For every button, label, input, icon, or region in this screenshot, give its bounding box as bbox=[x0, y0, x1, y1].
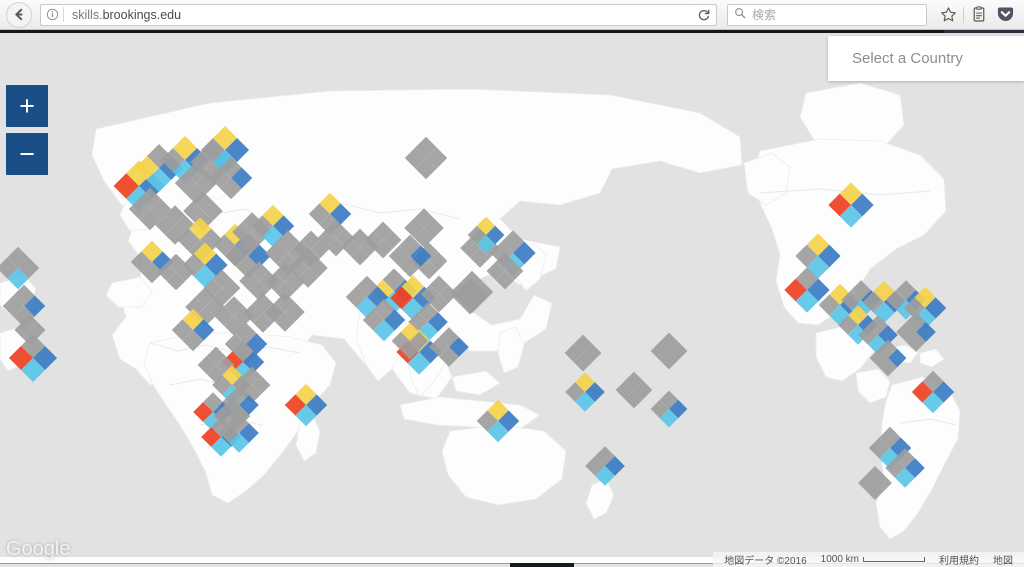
library-icon[interactable] bbox=[966, 2, 992, 28]
zoom-in-button[interactable]: + bbox=[6, 85, 48, 127]
map-scale-label: 1000 km bbox=[820, 554, 859, 565]
map-scale-bar bbox=[863, 557, 925, 562]
terms-link[interactable]: 利用規約 bbox=[932, 552, 986, 567]
browser-toolbar: skills.brookings.edu 検索 bbox=[0, 0, 1024, 30]
map-canvas[interactable]: + − Google 地図データ ©2016 1000 km 利用規約 地図 bbox=[0, 33, 1024, 567]
google-logo: Google bbox=[6, 538, 71, 560]
country-select-label: Select a Country bbox=[852, 50, 963, 67]
map-data-attribution: 地図データ ©2016 bbox=[724, 556, 807, 567]
url-subdomain: skills. bbox=[72, 7, 103, 22]
search-placeholder: 検索 bbox=[752, 8, 777, 22]
pocket-icon[interactable] bbox=[992, 2, 1018, 28]
map-scale: 1000 km bbox=[814, 554, 932, 565]
zoom-out-button[interactable]: − bbox=[6, 133, 48, 175]
reload-icon[interactable] bbox=[691, 3, 717, 26]
search-input[interactable]: 検索 bbox=[727, 3, 927, 26]
url-text: skills.brookings.edu bbox=[64, 8, 181, 22]
scrollbar-nub[interactable] bbox=[510, 563, 574, 567]
url-domain: brookings.edu bbox=[102, 7, 182, 22]
star-icon[interactable] bbox=[935, 2, 961, 28]
map-zoom-controls: + − bbox=[6, 85, 48, 175]
map-attribution-bar: 地図データ ©2016 1000 km 利用規約 地図 bbox=[713, 552, 1024, 567]
url-bar[interactable]: skills.brookings.edu bbox=[40, 3, 692, 26]
site-info-icon[interactable] bbox=[41, 8, 63, 21]
toolbar-icon-group bbox=[935, 2, 1018, 28]
toolbar-divider bbox=[963, 6, 964, 23]
report-map-link[interactable]: 地図 bbox=[986, 552, 1020, 567]
search-icon bbox=[734, 6, 746, 24]
back-arrow-icon[interactable] bbox=[6, 1, 32, 28]
country-select-panel[interactable]: Select a Country bbox=[828, 36, 1024, 81]
browser-window: skills.brookings.edu 検索 + − Google 地図データ… bbox=[0, 0, 1024, 567]
